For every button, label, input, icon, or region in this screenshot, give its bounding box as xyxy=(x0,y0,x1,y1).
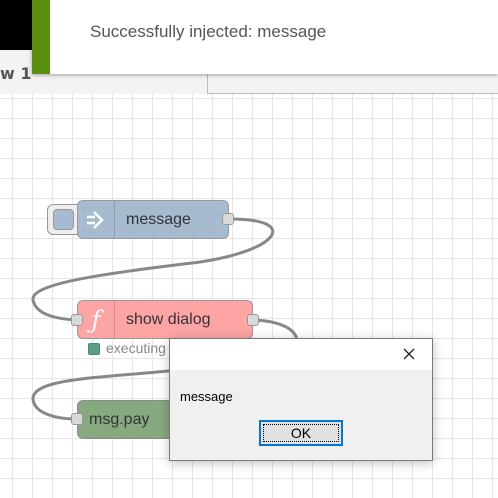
debug-node-label: msg.pay xyxy=(89,410,150,428)
arrow-in-icon xyxy=(78,201,115,238)
inject-node[interactable]: message xyxy=(77,200,229,239)
close-icon[interactable] xyxy=(400,345,418,363)
inject-node-label: message xyxy=(126,210,191,228)
inject-output-port[interactable] xyxy=(222,213,234,225)
ok-button-label: OK xyxy=(290,425,312,441)
notification-banner: Successfully injected: message xyxy=(32,0,498,74)
function-status-text: executing xyxy=(106,340,166,356)
inject-trigger-inner[interactable] xyxy=(53,209,74,230)
function-node-label: show dialog xyxy=(126,310,211,328)
alert-dialog: message OK xyxy=(169,338,433,461)
dialog-message: message xyxy=(180,389,233,404)
ok-button[interactable]: OK xyxy=(259,420,343,446)
debug-input-port[interactable] xyxy=(71,413,83,425)
function-node[interactable]: ƒ show dialog xyxy=(77,300,253,339)
status-indicator-icon xyxy=(88,343,100,355)
function-input-port[interactable] xyxy=(71,314,83,326)
notification-text: Successfully injected: message xyxy=(90,22,327,41)
dialog-titlebar xyxy=(170,339,432,370)
function-output-port[interactable] xyxy=(247,314,259,326)
function-icon: ƒ xyxy=(78,301,115,338)
